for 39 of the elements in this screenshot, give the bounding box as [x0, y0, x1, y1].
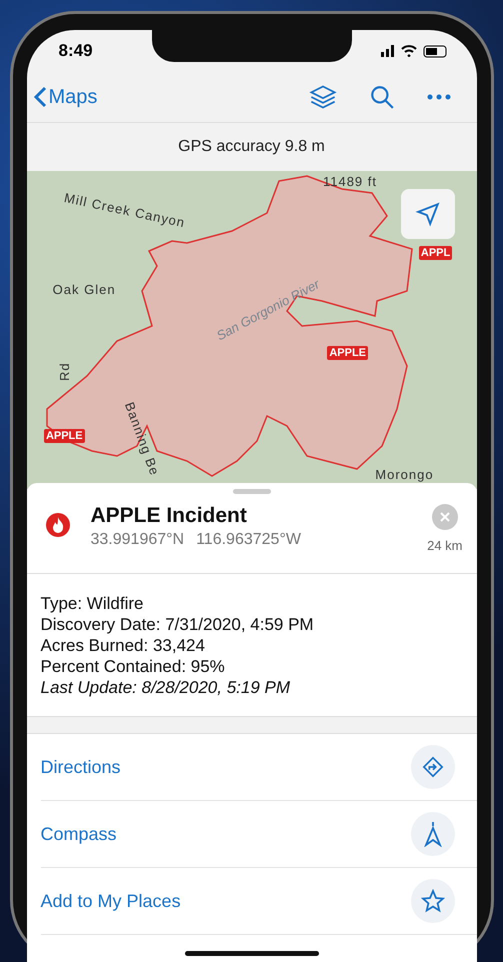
search-icon	[368, 84, 394, 110]
action-icon-button[interactable]	[410, 745, 454, 789]
action-link[interactable]: Compass	[40, 824, 117, 844]
directions-icon	[422, 756, 444, 778]
map-label: 11489 ft	[322, 174, 377, 190]
back-button[interactable]: Maps	[32, 86, 288, 108]
action-link[interactable]: Directions	[40, 756, 121, 778]
star-icon	[420, 889, 444, 913]
incident-title: APPLE Incident	[90, 504, 248, 528]
compass-icon	[422, 821, 442, 847]
action-icon-button[interactable]	[410, 879, 454, 923]
distance-text: 24 km	[427, 538, 462, 553]
detail-line: Type: Wildfire	[40, 594, 144, 614]
fire-label: APPLE	[44, 428, 85, 443]
wifi-icon	[400, 45, 416, 57]
detail-line: Last Update: 8/28/2020, 5:19 PM	[40, 678, 292, 698]
battery-icon	[422, 44, 446, 58]
map-label: Rd	[57, 362, 72, 381]
fire-icon	[44, 512, 70, 538]
action-link[interactable]: Add to My Places	[40, 890, 181, 912]
location-button[interactable]	[400, 189, 454, 239]
detail-line: Discovery Date: 7/31/2020, 4:59 PM	[40, 615, 315, 635]
more-icon	[426, 94, 450, 100]
navigation-arrow-icon	[414, 201, 440, 227]
longitude-text: 116.963725°W	[196, 531, 301, 549]
status-time: 8:49	[58, 41, 93, 61]
detail-line: Percent Contained: 95%	[40, 657, 226, 677]
latitude-text: 33.991967°N	[90, 531, 184, 549]
signal-icon	[380, 45, 394, 57]
map-label: Mill Creek Canyon	[62, 190, 186, 230]
fire-label: APPL	[418, 246, 452, 260]
map-label: Oak Glen	[52, 282, 116, 298]
map-label: Morongo	[375, 466, 434, 482]
layers-icon	[308, 83, 336, 111]
action-icon-button[interactable]	[410, 812, 454, 856]
close-icon	[438, 511, 451, 523]
detail-line: Acres Burned: 33,424	[40, 636, 206, 656]
chevron-left-icon	[32, 86, 46, 108]
fire-label: APPLE	[327, 346, 368, 360]
